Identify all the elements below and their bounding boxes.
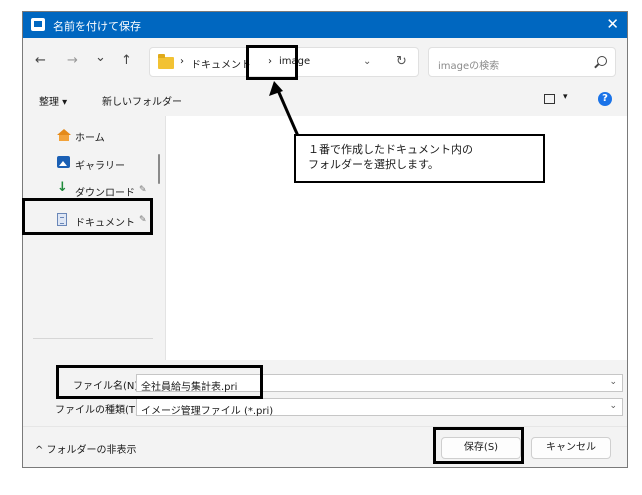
breadcrumb-documents[interactable]: ドキュメント bbox=[191, 56, 251, 71]
save-as-dialog: 名前を付けて保存 ✕ ← → ⌄ ↑ › ドキュメント › image ⌄ ↻ … bbox=[22, 11, 628, 468]
chevron-down-icon[interactable]: ⌄ bbox=[363, 56, 371, 67]
forward-arrow-icon[interactable]: → bbox=[67, 53, 78, 68]
app-icon bbox=[31, 18, 45, 31]
navigation-pane: ホーム ギャラリー ↓ ダウンロード ✎ ドキュメント ✎ bbox=[23, 116, 165, 360]
chevron-down-icon[interactable]: ▾ bbox=[563, 92, 568, 102]
pin-icon: ✎ bbox=[139, 185, 147, 195]
chevron-down-icon[interactable]: ⌄ bbox=[609, 377, 617, 387]
cancel-button[interactable]: キャンセル bbox=[531, 437, 611, 459]
annotation-arrow bbox=[269, 81, 300, 137]
annotation-text: １番で作成したドキュメント内の フォルダーを選択します。 bbox=[308, 143, 473, 171]
folder-icon bbox=[158, 54, 174, 69]
filetype-select[interactable]: イメージ管理ファイル (*.pri) ⌄ bbox=[136, 398, 623, 417]
refresh-icon[interactable]: ↻ bbox=[396, 54, 407, 69]
window-title: 名前を付けて保存 bbox=[53, 20, 141, 33]
recent-locations-icon[interactable]: ⌄ bbox=[95, 50, 106, 65]
title-bar: 名前を付けて保存 ✕ bbox=[23, 12, 627, 38]
filetype-label: ファイルの種類(T): bbox=[55, 405, 143, 416]
highlight-filename-field bbox=[56, 365, 263, 399]
up-arrow-icon[interactable]: ↑ bbox=[121, 53, 132, 68]
close-icon[interactable]: ✕ bbox=[606, 15, 619, 33]
highlight-image-breadcrumb bbox=[246, 45, 298, 80]
download-icon: ↓ bbox=[57, 180, 68, 195]
highlight-documents-item bbox=[22, 198, 153, 235]
command-bar: 整理 ▾ 新しいフォルダー ▾ ? bbox=[23, 88, 627, 112]
highlight-save-button bbox=[433, 427, 524, 464]
sidebar-item-gallery[interactable]: ギャラリー bbox=[75, 157, 125, 172]
scrollbar[interactable] bbox=[158, 154, 160, 184]
chevron-down-icon[interactable]: ⌄ bbox=[609, 401, 617, 411]
home-icon bbox=[57, 129, 71, 141]
annotation-callout: １番で作成したドキュメント内の フォルダーを選択します。 bbox=[294, 134, 545, 183]
search-input[interactable]: imageの検索 bbox=[438, 57, 499, 72]
filetype-value[interactable]: イメージ管理ファイル (*.pri) bbox=[141, 402, 273, 417]
button-bar: ^ フォルダーの非表示 保存(S) キャンセル bbox=[23, 426, 627, 467]
breadcrumb-separator: › bbox=[180, 56, 184, 67]
sidebar-item-home[interactable]: ホーム bbox=[75, 129, 105, 144]
organize-menu[interactable]: 整理 ▾ bbox=[39, 93, 67, 108]
gallery-icon bbox=[57, 156, 70, 168]
divider bbox=[33, 338, 153, 339]
new-folder-button[interactable]: 新しいフォルダー bbox=[102, 93, 182, 108]
hide-folders-toggle[interactable]: ^ フォルダーの非表示 bbox=[35, 441, 137, 456]
search-icon bbox=[597, 56, 607, 66]
search-box[interactable]: imageの検索 bbox=[428, 47, 616, 77]
sidebar-item-downloads[interactable]: ダウンロード bbox=[75, 184, 135, 199]
help-icon[interactable]: ? bbox=[598, 92, 612, 106]
view-options-icon[interactable] bbox=[544, 94, 555, 104]
back-arrow-icon[interactable]: ← bbox=[35, 53, 46, 68]
